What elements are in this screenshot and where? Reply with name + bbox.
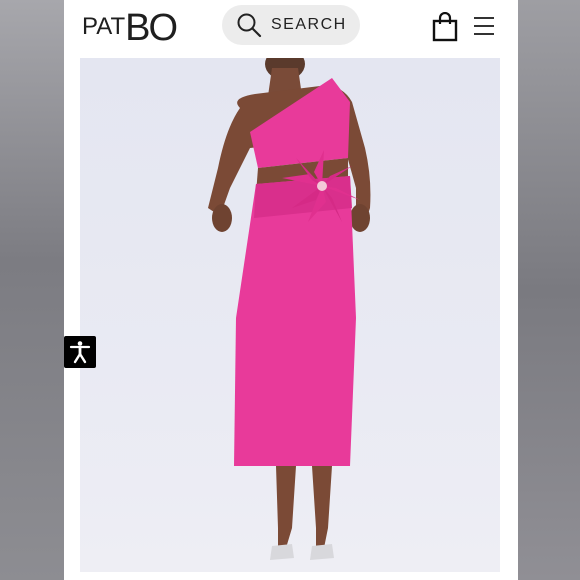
hamburger-menu-icon[interactable] <box>472 14 496 38</box>
backdrop-right <box>516 0 580 580</box>
model-dress-illustration <box>208 58 371 560</box>
search-icon <box>237 13 262 38</box>
search-label: SEARCH <box>271 16 347 33</box>
product-image[interactable] <box>80 58 500 572</box>
search-button[interactable]: SEARCH <box>222 5 360 45</box>
logo-pat-text: PAT <box>82 13 126 40</box>
accessibility-icon <box>69 341 91 364</box>
brand-logo[interactable]: PAT BO <box>82 6 178 49</box>
shopping-bag-icon[interactable] <box>432 12 458 42</box>
mobile-page: PAT BO SEARCH <box>64 0 518 580</box>
logo-bo-text: BO <box>125 7 178 49</box>
site-header: PAT BO SEARCH <box>64 0 518 54</box>
backdrop-left <box>0 0 64 580</box>
accessibility-button[interactable] <box>64 336 96 368</box>
